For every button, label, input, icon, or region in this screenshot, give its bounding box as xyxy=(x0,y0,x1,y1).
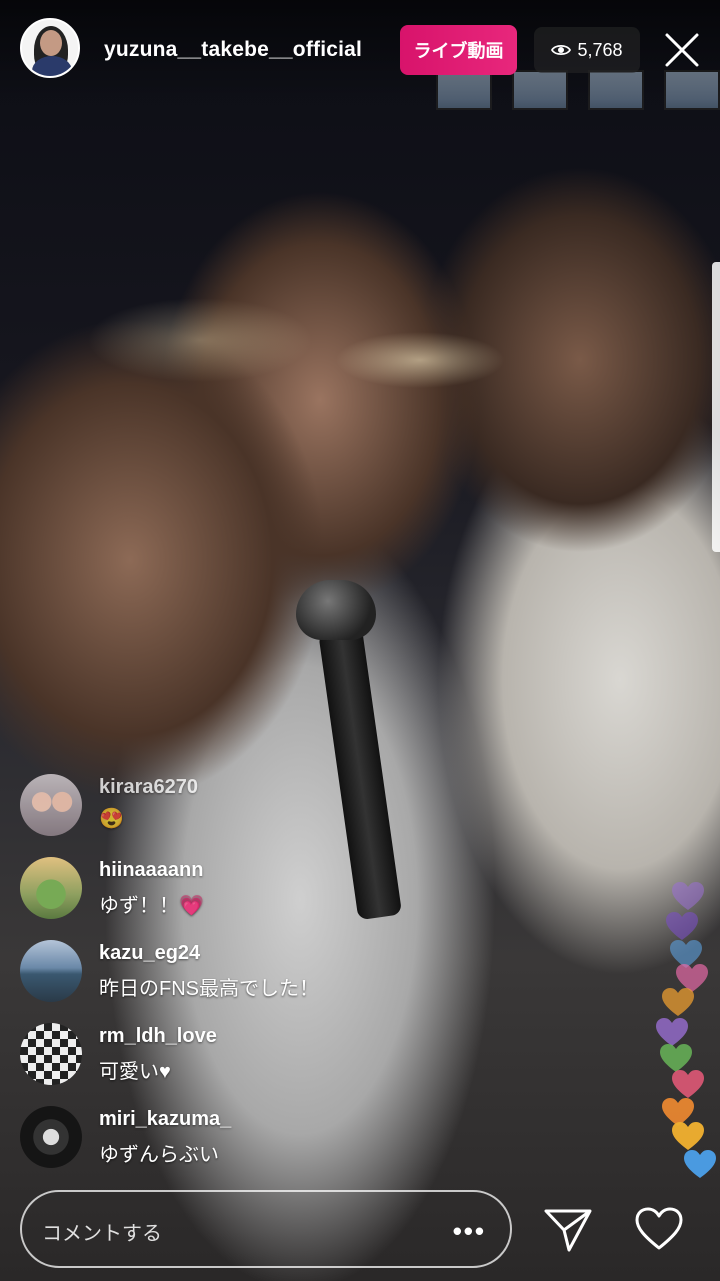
commenter-username[interactable]: kazu_eg24 xyxy=(99,942,200,965)
viewer-count: 5,768 xyxy=(577,39,623,60)
commenter-avatar[interactable] xyxy=(20,857,82,919)
floating-heart-icon xyxy=(684,1150,716,1178)
top-bar: yuzuna__takebe__official ライブ動画 5,768 xyxy=(0,0,720,100)
send-icon[interactable] xyxy=(543,1206,593,1254)
close-icon[interactable] xyxy=(662,30,702,70)
comment-feed: kirara6270 😍 hiinaaaann ゆず！！💗 kazu_eg24 … xyxy=(20,772,440,1187)
side-drawer-handle[interactable] xyxy=(712,262,720,552)
heart-icon[interactable] xyxy=(634,1206,684,1252)
commenter-avatar[interactable] xyxy=(20,1023,82,1085)
commenter-avatar[interactable] xyxy=(20,940,82,1002)
commenter-avatar[interactable] xyxy=(20,774,82,836)
comment-item: kirara6270 😍 xyxy=(20,772,440,855)
comment-text: 可愛い♥ xyxy=(99,1061,171,1083)
comment-text: ゆず！！💗 xyxy=(99,895,204,917)
commenter-username[interactable]: kirara6270 xyxy=(99,776,198,799)
microphone-head xyxy=(296,580,376,640)
comment-text: ゆずんらぶい xyxy=(99,1144,219,1166)
commenter-avatar[interactable] xyxy=(20,1106,82,1168)
comment-item: kazu_eg24 昨日のFNS最高でした！ xyxy=(20,938,440,1021)
floating-hearts xyxy=(640,820,720,1200)
host-avatar[interactable] xyxy=(20,18,80,78)
more-options-button[interactable]: ••• xyxy=(453,1216,486,1247)
live-badge: ライブ動画 xyxy=(400,25,517,75)
comment-text: 😍 xyxy=(99,808,124,830)
eye-icon xyxy=(551,44,572,56)
comment-text: 昨日のFNS最高でした！ xyxy=(99,978,319,1000)
live-stream-screen: yuzuna__takebe__official ライブ動画 5,768 kir… xyxy=(0,0,720,1281)
comment-item: hiinaaaann ゆず！！💗 xyxy=(20,855,440,938)
commenter-username[interactable]: hiinaaaann xyxy=(99,859,203,882)
commenter-username[interactable]: rm_ldh_love xyxy=(99,1025,217,1048)
viewer-count-badge[interactable]: 5,768 xyxy=(534,27,640,73)
floating-heart-icon xyxy=(662,988,694,1016)
comment-item: miri_kazuma_ ゆずんらぶい xyxy=(20,1104,440,1187)
comment-item: rm_ldh_love 可愛い♥ xyxy=(20,1021,440,1104)
comment-placeholder: コメントする xyxy=(42,1223,162,1245)
comment-input[interactable]: コメントする ••• xyxy=(20,1190,512,1268)
host-username[interactable]: yuzuna__takebe__official xyxy=(104,38,362,62)
commenter-username[interactable]: miri_kazuma_ xyxy=(99,1108,231,1131)
floating-heart-icon xyxy=(672,882,704,910)
